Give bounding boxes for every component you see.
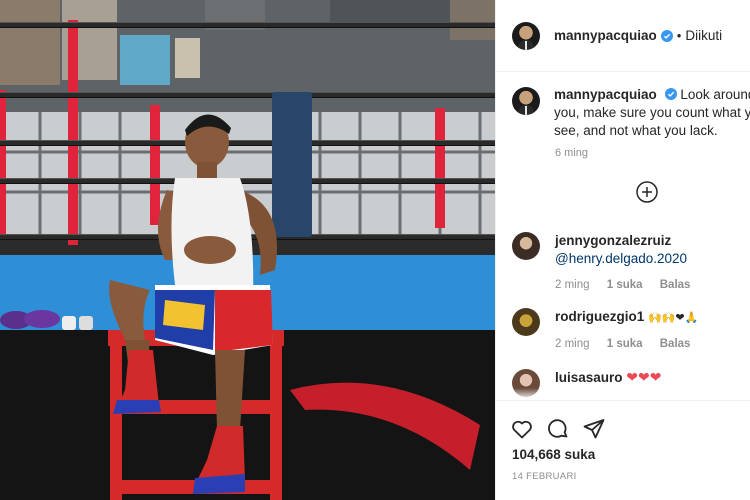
verified-badge-icon	[660, 29, 673, 42]
avatar[interactable]	[512, 232, 540, 260]
like-count[interactable]: 104,668 suka	[512, 447, 595, 462]
comment-time: 2 ming	[555, 279, 590, 291]
separator-dot: •	[676, 28, 682, 43]
comment-username[interactable]: luisasauro	[555, 370, 623, 385]
post-actions: 104,668 suka 14 FEBRUARI	[496, 400, 750, 500]
reply-button[interactable]: Balas	[660, 279, 691, 291]
post-header: mannypacquiao • Diikuti	[496, 0, 750, 72]
post-caption: mannypacquiao Look around you, make sure…	[512, 86, 750, 140]
ring-rope	[0, 22, 495, 28]
load-more-icon[interactable]	[635, 180, 659, 204]
boxer-figure	[109, 114, 277, 494]
caption-timestamp: 6 ming	[555, 147, 589, 159]
comment-likes[interactable]: 1 suka	[607, 338, 643, 350]
reply-button[interactable]: Balas	[660, 338, 691, 350]
ring-post	[68, 20, 78, 245]
comment-item: jennygonzalezruiz @henry.delgado.2020 2 …	[512, 232, 747, 294]
comment-text: ❤❤❤	[626, 370, 662, 386]
boxing-gloves	[0, 310, 60, 329]
comment-username[interactable]: rodriguezgio1	[555, 309, 644, 324]
ring-post	[0, 90, 6, 240]
comment-username[interactable]: jennygonzalezruiz	[555, 232, 704, 250]
comment-icon[interactable]	[546, 417, 570, 441]
follow-button[interactable]: Diikuti	[685, 28, 722, 43]
author-username[interactable]: mannypacquiao	[554, 28, 657, 43]
heart-icon[interactable]	[510, 417, 534, 441]
verified-badge-icon	[664, 88, 677, 100]
comment-likes[interactable]: 1 suka	[607, 279, 643, 291]
scroll-fade	[496, 388, 750, 400]
hand-wraps	[62, 316, 93, 330]
ring-post	[435, 108, 445, 228]
avatar[interactable]	[512, 308, 540, 336]
avatar[interactable]	[512, 21, 540, 50]
comment-time: 2 ming	[555, 338, 590, 350]
comment-text[interactable]: @henry.delgado.2020	[555, 250, 704, 268]
post-photo[interactable]	[0, 0, 495, 500]
brand-logo	[290, 382, 480, 470]
ring-rope	[0, 92, 495, 98]
post-date: 14 FEBRUARI	[512, 471, 577, 482]
comment-item: rodriguezgio1 🙌🙌❤🙏 2 ming 1 suka Balas	[512, 308, 747, 353]
post-sidebar: mannypacquiao • Diikuti mannypacquiao Lo…	[495, 0, 750, 500]
send-icon[interactable]	[582, 417, 606, 441]
avatar[interactable]	[512, 87, 540, 115]
comment-text: 🙌🙌❤🙏	[648, 311, 699, 324]
caption-username[interactable]: mannypacquiao	[554, 87, 657, 102]
